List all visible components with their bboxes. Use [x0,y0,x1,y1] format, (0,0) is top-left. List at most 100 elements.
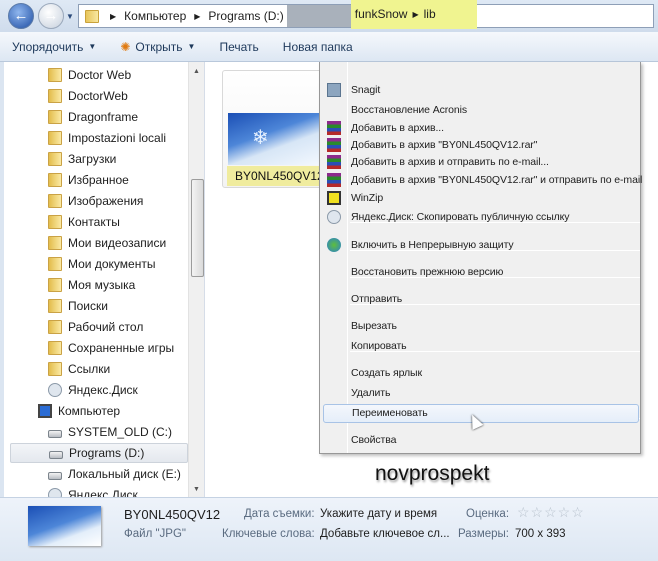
menu-item-label: Переименовать [352,407,428,419]
drive-icon [49,450,63,459]
folder-icon [48,215,62,229]
chevron-right-icon[interactable]: ▶ [412,10,418,19]
menu-item-label: Удалить [351,387,391,399]
tree-item[interactable]: Яндекс.Диск [48,380,138,400]
history-dropdown-icon[interactable]: ▼ [66,12,74,21]
menu-item[interactable]: Добавить в архив "BY0NL450QV12.rar" и от… [323,171,643,190]
drive-icon [48,429,62,438]
computer-icon [38,404,52,418]
tree-item-label: Загрузки [68,152,117,166]
tree-item[interactable]: Сохраненные игры [48,338,174,358]
tree-item[interactable]: DoctorWeb [48,86,128,106]
scrollbar-thumb[interactable] [191,179,204,277]
context-menu: Snagit Восстановление Acronis Добавить в а… [319,62,643,454]
highlighted-path: funkSnow ▶ lib [350,0,477,29]
keywords-value[interactable]: Добавьте ключевое сл... [320,528,450,540]
keywords-label: Ключевые слова: [222,528,315,540]
tree-item[interactable]: Изображения [48,191,143,211]
winrar-icon [327,121,341,135]
tree-item-label: SYSTEM_OLD (C:) [68,425,173,439]
organize-button[interactable]: Упорядочить ▼ [0,40,108,54]
snagit-icon [327,83,341,97]
scroll-up-icon[interactable]: ▲ [193,68,200,75]
tree-item[interactable]: Контакты [48,212,120,232]
menu-item[interactable]: Создать ярлык [323,364,639,383]
menu-item[interactable]: Удалить [323,384,639,403]
menu-item-label: Добавить в архив "BY0NL450QV12.rar" и от… [351,174,643,186]
tree-item[interactable]: Моя музыка [48,275,135,295]
tree-item[interactable]: Яндекс.Диск [48,485,138,497]
tree-item-label: Компьютер [58,404,121,418]
menu-item[interactable]: Добавить в архив и отправить по e-mail..… [323,153,639,172]
chevron-right-icon[interactable]: ▶ [110,12,116,21]
menu-item-label: Включить в Непрерывную защиту [351,239,514,251]
tree-item[interactable]: Компьютер [38,401,120,421]
menu-item[interactable]: Отправить [323,290,639,309]
menu-item[interactable]: Включить в Непрерывную защиту [323,236,639,255]
tree-item-label: Doctor Web [68,68,132,82]
folder-icon [48,68,62,82]
open-app-icon: ✺ [120,39,131,54]
rating-stars[interactable]: ☆☆☆☆☆ [517,504,585,521]
tree-item[interactable]: Рабочий стол [48,317,143,337]
file-name-label[interactable]: BY0NL450QV12 [227,166,325,186]
menu-item-label: Вырезать [351,320,397,332]
address-bar[interactable]: ▶ Компьютер ▶ Programs (D:) funkSnow ▶ l… [78,0,654,29]
tree-item[interactable]: Impostazioni locali [48,128,166,148]
tree-item[interactable]: Загрузки [48,149,116,169]
tree-item[interactable]: Ссылки [48,359,110,379]
breadcrumb-computer[interactable]: Компьютер [121,5,189,27]
menu-item[interactable]: Яндекс.Диск: Скопировать публичную ссылк… [323,208,639,227]
tree-item-label: DoctorWeb [68,89,128,103]
chevron-right-icon[interactable]: ▶ [194,12,200,21]
menu-item-label: Создать ярлык [351,367,422,379]
date-value[interactable]: Укажите дату и время [320,508,437,520]
print-button[interactable]: Печать [207,40,270,54]
menu-item[interactable]: Вырезать [323,317,639,336]
tree-item[interactable]: Мои документы [48,254,155,274]
ydisk-icon [48,488,62,497]
folder-icon [48,173,62,187]
tree-item[interactable]: Избранное [48,170,129,190]
vertical-scrollbar[interactable]: ▲ ▼ [188,62,204,497]
tree-item[interactable]: SYSTEM_OLD (C:) [48,422,172,442]
folder-icon [48,131,62,145]
breadcrumb-funksnow[interactable]: funkSnow [355,7,408,21]
menu-item[interactable]: Snagit [323,81,639,100]
menu-item[interactable]: Свойства [323,431,639,450]
tree-item-label: Изображения [68,194,144,208]
breadcrumb-programs[interactable]: Programs (D:) [205,5,286,27]
tree-item-label: Impostazioni locali [68,131,167,145]
menu-item[interactable]: Копировать [323,337,639,356]
tree-item-label: Поиски [68,299,108,313]
navigation-pane: Doctor Web DoctorWeb Dragonframe Impostazio… [0,62,205,497]
watermark: novprospekt [375,462,490,485]
scroll-down-icon[interactable]: ▼ [193,486,200,493]
tree-item[interactable]: Programs (D:) [10,443,188,463]
open-label: Открыть [135,39,183,54]
tree-item-label: Мои видеозаписи [68,236,167,250]
open-button[interactable]: ✺ Открыть ▼ [108,40,207,54]
redacted-path [286,5,351,27]
tree-item[interactable]: Dragonframe [48,107,138,127]
folder-icon [48,152,62,166]
winrar-icon [327,173,341,187]
tree-item-label: Сохраненные игры [68,341,175,355]
ydisk-icon [48,383,62,397]
tree-item[interactable]: Мои видеозаписи [48,233,166,253]
tree-item[interactable]: Doctor Web [48,65,131,85]
menu-item[interactable]: WinZip [323,189,639,208]
tree-item-label: Моя музыка [68,278,136,292]
back-button[interactable]: ← [8,3,34,29]
new-folder-button[interactable]: Новая папка [271,40,365,54]
folder-icon [48,110,62,124]
menu-item[interactable]: Восстановить прежнюю версию [323,263,639,282]
chevron-down-icon[interactable]: ▼ [188,42,196,51]
date-label: Дата съемки: [244,508,315,520]
tree-item[interactable]: Локальный диск (E:) [48,464,181,484]
breadcrumb-lib[interactable]: lib [424,7,436,21]
tree-item[interactable]: Поиски [48,296,108,316]
forward-button[interactable]: → [38,3,64,29]
menu-item[interactable]: Восстановление Acronis [323,101,639,120]
folder-icon [48,341,62,355]
